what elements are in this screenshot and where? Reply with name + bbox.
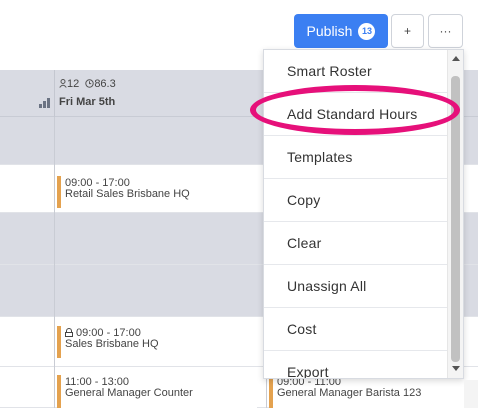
scroll-up-arrow-icon[interactable] <box>452 56 460 61</box>
day-label: Fri Mar 5th <box>59 96 116 108</box>
more-options-menu: Smart Roster Add Standard Hours Template… <box>263 49 464 379</box>
publish-button[interactable]: Publish 13 <box>294 14 388 48</box>
clock-icon <box>85 79 95 88</box>
menu-item-copy[interactable]: Copy <box>264 179 449 222</box>
day-stats: 12 86.3 <box>59 78 116 90</box>
add-button[interactable]: + <box>391 14 424 48</box>
menu-scrollbar[interactable] <box>447 50 463 378</box>
page-scrollbar[interactable] <box>464 380 478 408</box>
shift-location: General Manager Counter <box>65 387 193 399</box>
lock-icon <box>65 328 73 337</box>
person-icon <box>59 79 67 88</box>
menu-item-add-standard-hours[interactable]: Add Standard Hours <box>264 93 449 136</box>
shift-location: Sales Brisbane HQ <box>65 338 159 350</box>
menu-item-smart-roster[interactable]: Smart Roster <box>264 50 449 93</box>
shift-card[interactable]: 09:00 - 11:00 General Manager Barista 12… <box>269 375 464 408</box>
more-options-button[interactable]: ··· <box>428 14 463 48</box>
column-divider <box>54 117 55 408</box>
publish-count-badge: 13 <box>358 22 376 40</box>
column-divider <box>54 70 55 117</box>
shift-location: Retail Sales Brisbane HQ <box>65 188 190 200</box>
publish-label: Publish <box>306 23 353 39</box>
hours-total: 86.3 <box>94 78 116 90</box>
scroll-down-arrow-icon[interactable] <box>452 366 460 371</box>
staff-count: 12 <box>67 78 80 90</box>
menu-item-cost[interactable]: Cost <box>264 308 449 351</box>
shift-card[interactable]: 09:00 - 17:00 Retail Sales Brisbane HQ <box>57 176 257 208</box>
menu-item-clear[interactable]: Clear <box>264 222 449 265</box>
shift-location: General Manager Barista 123 <box>277 387 422 399</box>
shift-card[interactable]: 11:00 - 13:00 General Manager Counter <box>57 375 257 408</box>
menu-item-unassign-all[interactable]: Unassign All <box>264 265 449 308</box>
scrollbar-thumb[interactable] <box>451 76 460 362</box>
menu-item-export[interactable]: Export <box>264 351 449 378</box>
shift-card[interactable]: 09:00 - 17:00 Sales Brisbane HQ <box>57 326 257 358</box>
bar-chart-icon[interactable] <box>39 97 50 108</box>
menu-item-templates[interactable]: Templates <box>264 136 449 179</box>
